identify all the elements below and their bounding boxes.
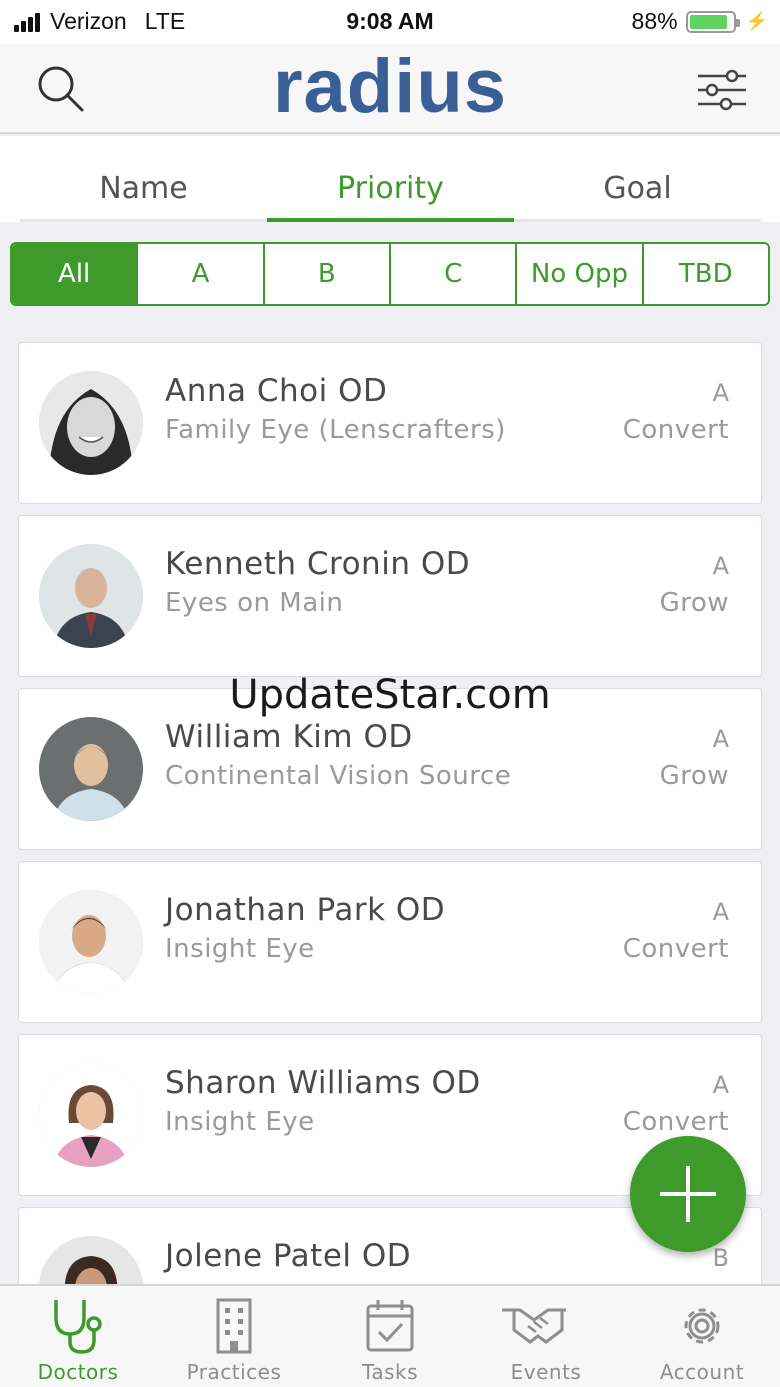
- doctor-goal: Convert: [622, 1107, 729, 1137]
- handshake-icon: [502, 1308, 566, 1344]
- calendar-check-icon: [366, 1300, 414, 1352]
- battery-fill: [689, 14, 727, 29]
- filter-b[interactable]: B: [265, 244, 391, 304]
- doctor-priority: A: [712, 1071, 729, 1099]
- tab-label: Events: [510, 1360, 582, 1384]
- app-header: radius: [0, 44, 780, 134]
- tab-doctors[interactable]: Doctors: [0, 1286, 156, 1387]
- doctor-priority: A: [712, 552, 729, 580]
- doctor-name: Anna Choi OD: [165, 373, 388, 409]
- doctor-name: Jolene Patel OD: [165, 1238, 412, 1274]
- sliders-icon: [698, 69, 746, 111]
- tab-label: Doctors: [37, 1360, 119, 1384]
- filter-tbd[interactable]: TBD: [644, 244, 768, 304]
- battery-percent: 88%: [631, 8, 678, 34]
- doctor-priority: A: [712, 725, 729, 753]
- battery-cap: [735, 18, 740, 27]
- filter-c[interactable]: C: [391, 244, 518, 304]
- priority-filter: All A B C No Opp TBD: [10, 242, 770, 306]
- add-doctor-button[interactable]: [630, 1136, 746, 1252]
- doctor-card[interactable]: Anna Choi OD Family Eye (Lenscrafters) A…: [18, 342, 762, 504]
- tab-label: Account: [659, 1360, 745, 1384]
- doctor-name: Sharon Williams OD: [165, 1065, 481, 1101]
- tab-label: Practices: [186, 1360, 282, 1384]
- tab-goal[interactable]: Goal: [514, 136, 761, 222]
- watermark: UpdateStar.com: [229, 672, 551, 718]
- doctor-goal: Convert: [622, 415, 729, 445]
- avatar: [39, 544, 143, 648]
- battery-icon: [685, 10, 740, 33]
- doctor-goal: Grow: [659, 761, 729, 791]
- tab-tasks[interactable]: Tasks: [312, 1286, 468, 1387]
- doctor-goal: Convert: [622, 934, 729, 964]
- status-bar: Verizon LTE 9:08 AM 88% ⚡: [0, 0, 780, 44]
- tab-name[interactable]: Name: [20, 136, 267, 222]
- doctor-card[interactable]: Jonathan Park OD Insight Eye A Convert: [18, 861, 762, 1023]
- avatar: [39, 1063, 143, 1167]
- filter-a[interactable]: A: [138, 244, 265, 304]
- doctor-practice: Continental Vision Source: [165, 761, 512, 791]
- tab-label: Tasks: [361, 1360, 419, 1384]
- tab-account[interactable]: Account: [624, 1286, 780, 1387]
- doctor-name: Kenneth Cronin OD: [165, 546, 471, 582]
- doctor-practice: Family Eye (Lenscrafters): [165, 415, 506, 445]
- sort-tabs: Name Priority Goal: [0, 136, 780, 222]
- avatar: [39, 890, 143, 994]
- tab-practices[interactable]: Practices: [156, 1286, 312, 1387]
- gear-icon: [684, 1308, 720, 1344]
- status-right: 88% ⚡: [632, 8, 768, 35]
- doctor-priority: A: [712, 898, 729, 926]
- filter-all[interactable]: All: [12, 244, 139, 304]
- doctor-priority: A: [712, 379, 729, 407]
- doctor-practice: Insight Eye: [165, 934, 315, 964]
- doctor-practice: Eyes on Main: [165, 588, 344, 618]
- building-icon: [216, 1298, 252, 1354]
- charging-bolt-icon: ⚡: [745, 11, 768, 31]
- doctor-card[interactable]: Kenneth Cronin OD Eyes on Main A Grow: [18, 515, 762, 677]
- filter-no-opp[interactable]: No Opp: [517, 244, 644, 304]
- doctor-name: William Kim OD: [165, 719, 413, 755]
- tab-priority[interactable]: Priority: [267, 136, 514, 222]
- doctor-name: Jonathan Park OD: [165, 892, 446, 928]
- bottom-tab-bar: Doctors Practices Tasks Events Account: [0, 1284, 780, 1387]
- avatar: [39, 717, 143, 821]
- app-logo: radius: [272, 44, 508, 129]
- doctor-practice: Insight Eye: [165, 1107, 315, 1137]
- avatar: [39, 371, 143, 475]
- filter-button[interactable]: [694, 62, 750, 118]
- doctor-priority: B: [712, 1244, 729, 1272]
- tab-events[interactable]: Events: [468, 1286, 624, 1387]
- stethoscope-icon: [54, 1300, 102, 1354]
- doctor-goal: Grow: [659, 588, 729, 618]
